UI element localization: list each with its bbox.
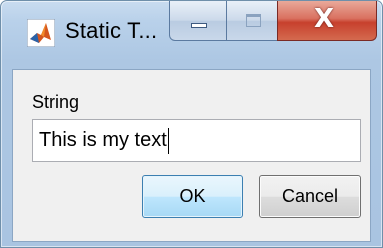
close-icon: X [314, 4, 335, 34]
caption-buttons: X [169, 1, 377, 43]
minimize-button[interactable] [169, 1, 227, 41]
string-field-label: String [32, 92, 80, 112]
minimize-icon [191, 23, 207, 28]
cancel-button[interactable]: Cancel [259, 175, 361, 218]
dialog-window: Static T... X String This is my text OK … [0, 0, 383, 248]
ok-button[interactable]: OK [142, 175, 243, 218]
dialog-body: String This is my text OK Cancel [12, 69, 371, 242]
matlab-logo-icon[interactable] [26, 18, 56, 48]
window-title: Static T... [65, 18, 158, 43]
text-caret [167, 127, 169, 154]
maximize-button[interactable] [226, 1, 278, 41]
title-bar[interactable]: Static T... X [1, 1, 382, 69]
maximize-icon [246, 14, 261, 27]
string-input[interactable]: This is my text [32, 119, 361, 162]
string-input-value: This is my text [39, 129, 167, 151]
close-button[interactable]: X [277, 1, 377, 41]
